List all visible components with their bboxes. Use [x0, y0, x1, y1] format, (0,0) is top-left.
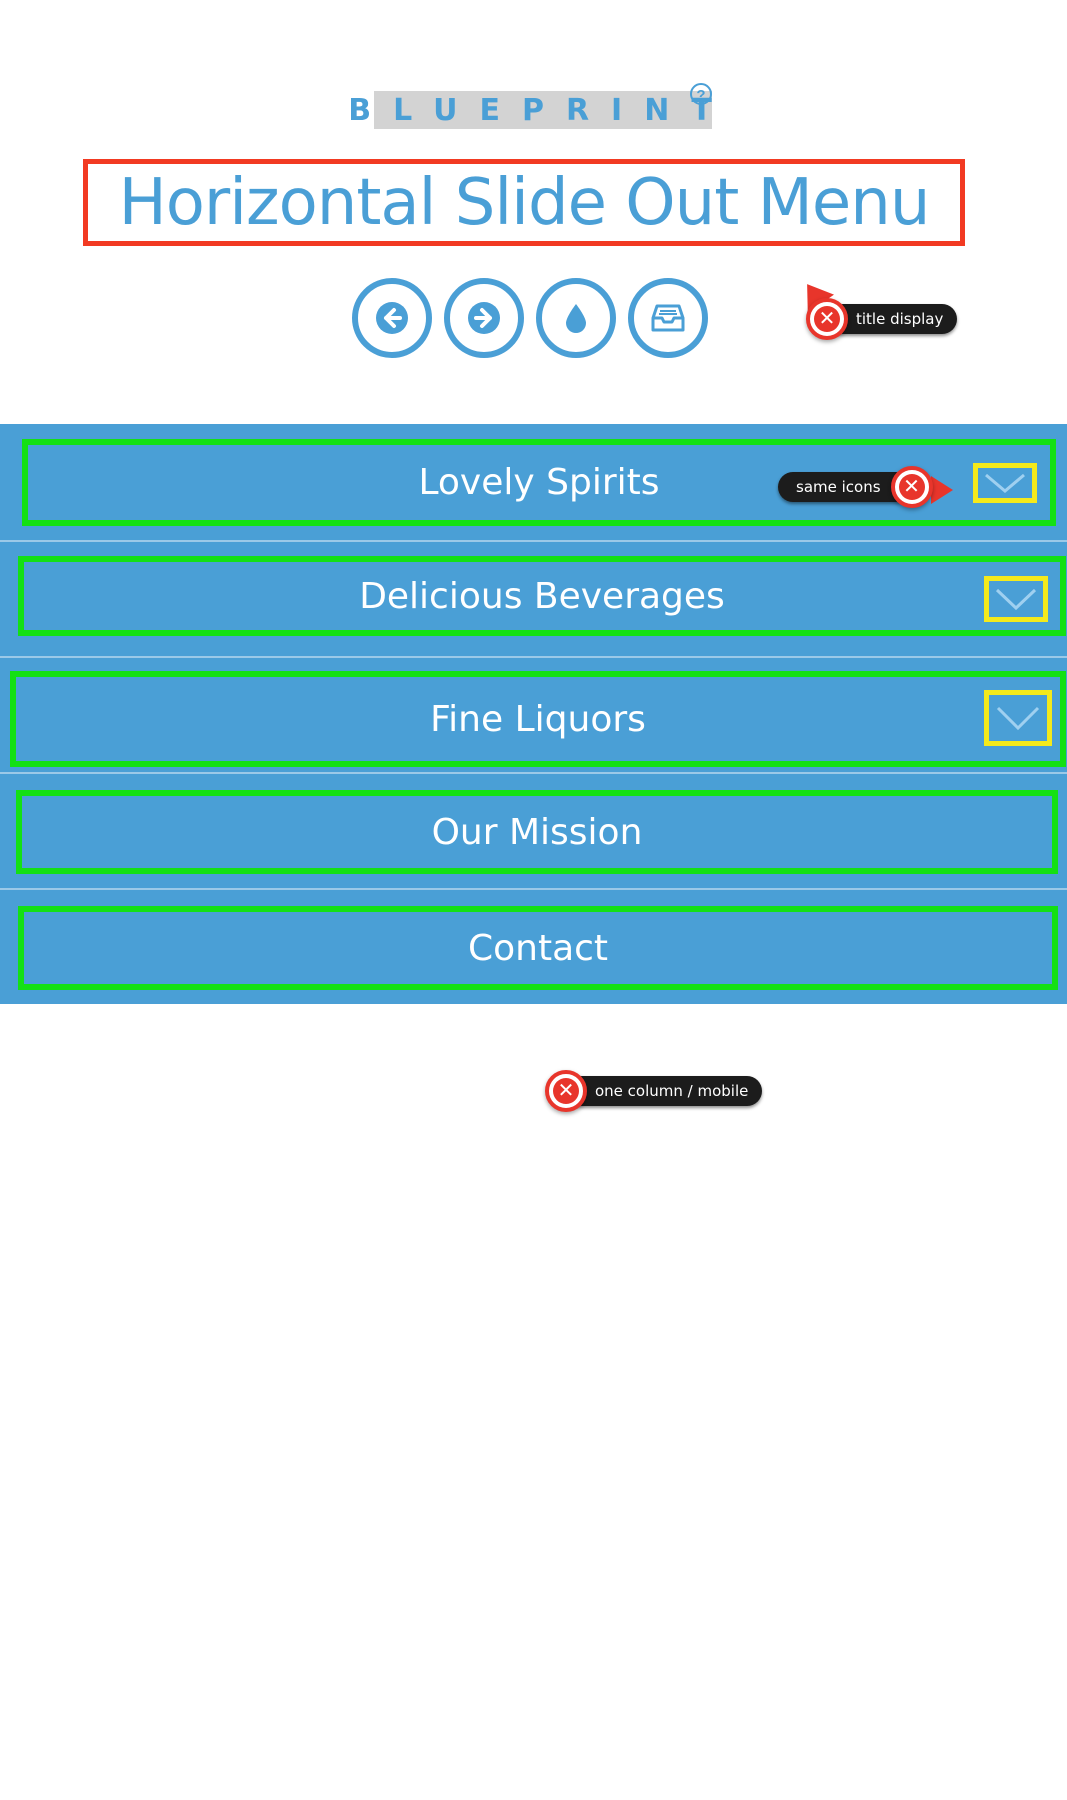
close-icon[interactable]: ✕: [806, 298, 848, 340]
menu-item-our-mission[interactable]: Our Mission: [16, 790, 1058, 874]
menu-item-label: Contact: [467, 927, 609, 969]
chevron-down-icon: [985, 473, 1025, 493]
close-icon[interactable]: ✕: [545, 1070, 587, 1112]
chevron-down-icon: [995, 588, 1037, 611]
expand-button[interactable]: [984, 576, 1048, 622]
brand-text: BLUEPRINT: [348, 92, 734, 128]
annotation-label: one column / mobile: [567, 1076, 763, 1106]
archive-button[interactable]: [628, 278, 708, 358]
inbox-tray-icon: [651, 304, 685, 332]
close-glyph: ✕: [898, 474, 925, 500]
menu-item-label: Lovely Spirits: [418, 462, 660, 503]
menu-item-label: Fine Liquors: [430, 698, 646, 740]
menu-item-fine-liquors[interactable]: Fine Liquors: [10, 671, 1066, 767]
close-glyph: ✕: [553, 1078, 579, 1104]
next-button[interactable]: [444, 278, 524, 358]
arrow-left-icon: [376, 302, 408, 334]
menu-item-delicious-beverages[interactable]: Delicious Beverages: [18, 556, 1066, 636]
help-icon[interactable]: ?: [690, 83, 712, 105]
close-glyph: ✕: [814, 306, 840, 332]
menu-item: Our Mission: [0, 772, 1067, 888]
expand-button[interactable]: [973, 463, 1037, 503]
brand-logo: BLUEPRINT ?: [348, 83, 712, 129]
color-button[interactable]: [536, 278, 616, 358]
annotation-one-column: ✕ one column / mobile: [545, 1070, 763, 1112]
slide-out-menu: Lovely Spirits Delicious Beverages Fine …: [0, 424, 1067, 1004]
pin-pointer: [930, 476, 953, 504]
page-title: Horizontal Slide Out Menu: [118, 165, 931, 240]
arrow-right-icon: [468, 302, 500, 334]
chevron-down-icon: [996, 706, 1040, 731]
menu-item-label: Our Mission: [431, 811, 643, 853]
expand-button[interactable]: [984, 690, 1052, 746]
menu-item-contact[interactable]: Contact: [18, 906, 1058, 990]
menu-item: Contact: [0, 888, 1067, 1004]
previous-button[interactable]: [352, 278, 432, 358]
menu-item: Fine Liquors: [0, 656, 1067, 772]
water-drop-icon: [566, 304, 586, 333]
annotation-title-display: ✕ title display: [794, 274, 958, 340]
close-icon[interactable]: ✕: [890, 466, 933, 508]
annotation-same-icons: same icons ✕: [778, 466, 953, 508]
toolbar: [352, 278, 708, 358]
title-highlight: Horizontal Slide Out Menu: [83, 159, 965, 246]
menu-item: Delicious Beverages: [0, 540, 1067, 656]
menu-item-label: Delicious Beverages: [359, 575, 725, 617]
